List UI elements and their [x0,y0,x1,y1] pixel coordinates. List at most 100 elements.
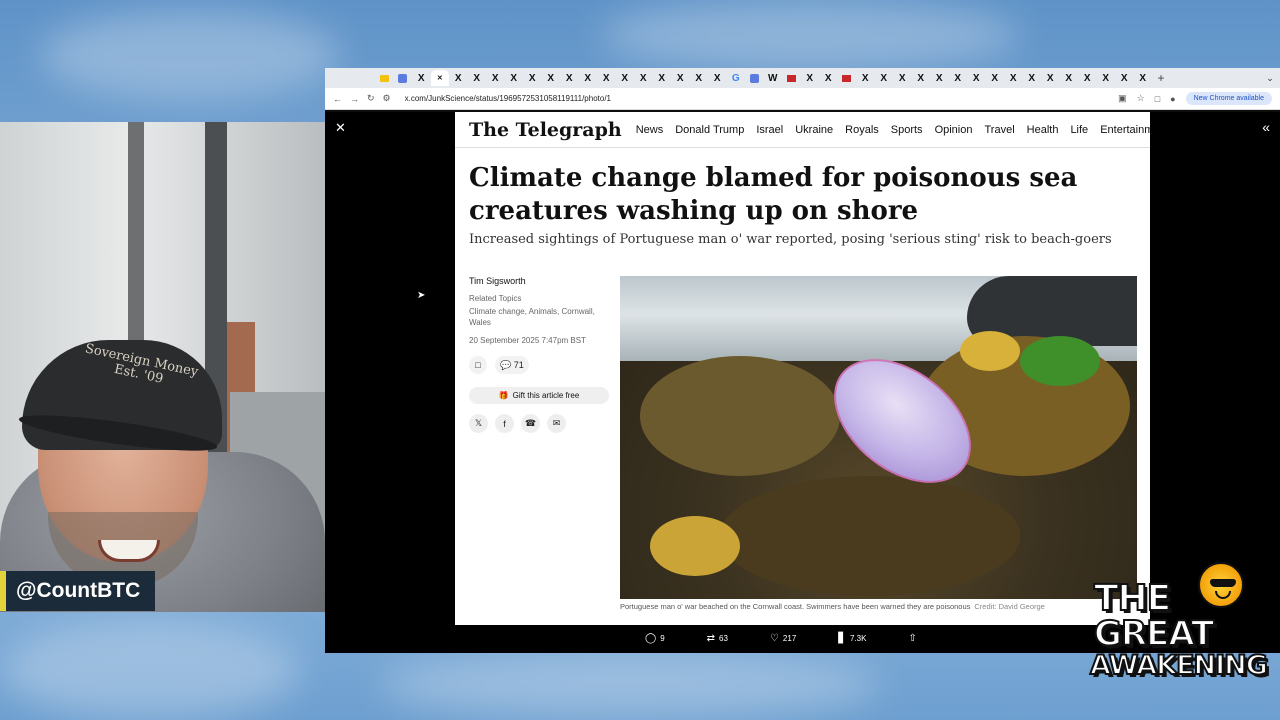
close-icon[interactable]: ✕ [335,120,346,136]
browser-tab[interactable]: X [449,70,468,86]
logo-line-the: THE [1093,577,1172,620]
comments-count: 71 [513,360,524,370]
browser-tab[interactable]: X [597,70,616,86]
forward-icon[interactable]: → [350,94,359,104]
article-actions: □ 💬 71 [469,356,529,374]
share-icon: ⇧ [908,633,917,644]
gift-article-button[interactable]: 🎁 Gift this article free [469,387,609,404]
retweet-button[interactable]: ⇄ 63 [707,633,728,644]
telegraph-nav-item[interactable]: Ukraine [795,124,833,136]
browser-tab[interactable]: X [1115,70,1134,86]
seaweed [960,331,1020,371]
browser-tab[interactable]: X [912,70,931,86]
article-author: Tim Sigsworth [469,276,526,286]
site-info-icon[interactable]: ⚙ [383,93,391,104]
browser-tab[interactable]: X [1060,70,1079,86]
bookmark-icon[interactable]: □ [469,356,487,374]
browser-tab[interactable]: X [1134,70,1153,86]
browser-tab[interactable]: X [486,70,505,86]
browser-tab[interactable]: X [560,70,579,86]
like-button[interactable]: ♡ 217 [770,633,796,644]
telegraph-nav-item[interactable]: Opinion [935,124,973,136]
x-share-icon[interactable]: 𝕏 [469,414,488,433]
browser-tab[interactable]: X [634,70,653,86]
article-photo-man-o-war [620,276,1137,599]
comments-button[interactable]: 💬 71 [495,356,529,374]
browser-tab[interactable]: X [1041,70,1060,86]
browser-tab[interactable]: X [856,70,875,86]
photo-credit: Credit: David George [974,602,1045,611]
browser-tab[interactable]: X [801,70,820,86]
mouse-cursor-icon: ➤ [417,290,426,301]
tab-search-icon[interactable]: ⌄ [1260,73,1280,84]
logo-line-great: GREAT [1093,613,1215,655]
browser-tab[interactable]: X [523,70,542,86]
telegraph-nav-item[interactable]: Health [1027,124,1059,136]
whatsapp-share-icon[interactable]: ☎ [521,414,540,433]
telegraph-nav-item[interactable]: Donald Trump [675,124,744,136]
handle-badge: @CountBTC [0,571,155,611]
telegraph-nav-item[interactable]: Israel [756,124,783,136]
browser-toolbar: ← → ↻ ⚙ x.com/JunkScience/status/1969572… [325,88,1280,110]
like-count: 217 [782,634,797,643]
browser-tab[interactable]: X [690,70,709,86]
seaweed [650,516,740,576]
browser-tab[interactable]: X [1023,70,1042,86]
browser-tab[interactable]: X [1004,70,1023,86]
reload-icon[interactable]: ↻ [367,93,375,104]
views-count: 7.3K [849,634,867,643]
browser-tab[interactable]: X [505,70,524,86]
browser-tab[interactable]: X [986,70,1005,86]
telegraph-nav-item[interactable]: Travel [984,124,1014,136]
related-topics-label: Related Topics [469,294,522,303]
chrome-update-button[interactable]: New Chrome available [1185,92,1272,105]
browser-tab[interactable]: X [708,70,727,86]
cast-icon[interactable]: ▣ [1118,93,1127,104]
browser-tab[interactable]: ✕ [430,70,449,86]
browser-tab[interactable] [838,70,857,86]
new-tab-button[interactable]: + [1152,71,1170,85]
telegraph-nav-item[interactable]: Sports [891,124,923,136]
browser-tab[interactable]: X [653,70,672,86]
browser-tab[interactable]: X [819,70,838,86]
address-bar[interactable]: x.com/JunkScience/status/196957253105811… [405,94,611,103]
collapse-panel-icon[interactable]: « [1262,119,1270,135]
seaweed [720,476,1020,596]
article-screenshot: The Telegraph News Donald Trump Israel Ukra… [455,112,1150,625]
browser-tab[interactable]: X [1078,70,1097,86]
bookmark-star-icon[interactable]: ☆ [1137,93,1145,104]
back-icon[interactable]: ← [333,94,342,104]
reply-button[interactable]: ◯ 9 [645,633,665,644]
browser-tab[interactable]: X [412,70,431,86]
telegraph-nav-item[interactable]: Royals [845,124,879,136]
browser-tab[interactable]: X [616,70,635,86]
browser-tab[interactable]: X [671,70,690,86]
browser-tab[interactable]: W [764,70,783,86]
browser-tab[interactable]: X [542,70,561,86]
telegraph-nav-item[interactable]: Life [1070,124,1088,136]
browser-tab[interactable]: X [1097,70,1116,86]
browser-tab[interactable] [745,70,764,86]
reply-icon: ◯ [645,633,657,644]
browser-tab[interactable]: X [967,70,986,86]
sunglasses-shape [1210,579,1236,587]
views-button[interactable]: ▋ 7.3K [838,633,866,644]
browser-tab[interactable]: X [893,70,912,86]
browser-tab[interactable] [375,70,394,86]
telegraph-nav-item[interactable]: News [636,124,664,136]
facebook-share-icon[interactable]: f [495,414,514,433]
browser-tab[interactable]: X [949,70,968,86]
browser-tab[interactable] [782,70,801,86]
browser-tab[interactable] [394,70,413,86]
retweet-count: 63 [719,634,728,643]
email-share-icon[interactable]: ✉ [547,414,566,433]
browser-tab[interactable]: X [579,70,598,86]
browser-tab[interactable]: X [468,70,487,86]
browser-tab[interactable]: X [930,70,949,86]
profile-icon[interactable]: ● [1170,94,1175,104]
telegraph-nav-item[interactable]: Entertainment [1100,124,1150,136]
extensions-icon[interactable]: □ [1155,94,1160,104]
browser-tab[interactable]: G [727,70,746,86]
share-button[interactable]: ⇧ [908,633,916,644]
browser-tab[interactable]: X [875,70,894,86]
